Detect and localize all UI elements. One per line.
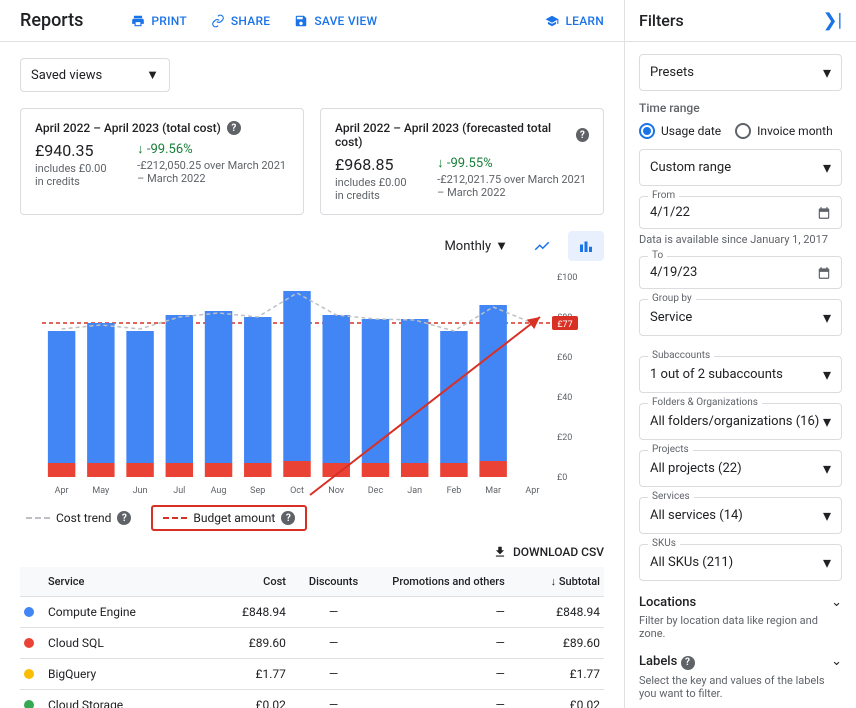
from-date-field[interactable]: From 4/1/22 bbox=[639, 196, 842, 229]
usage-date-radio[interactable]: Usage date bbox=[639, 123, 721, 139]
svg-text:£40: £40 bbox=[557, 393, 572, 403]
cost-chart: £0£20£40£60£80£100£77AprMayJunJulAugSepO… bbox=[20, 267, 604, 497]
projects-field[interactable]: Projects All projects (22) ▾ bbox=[639, 450, 842, 487]
svg-text:Oct: Oct bbox=[290, 486, 304, 496]
summary-card: April 2022 – April 2023 (total cost)? £9… bbox=[20, 108, 304, 215]
chevron-down-icon: ▼ bbox=[146, 67, 159, 83]
print-icon bbox=[131, 14, 145, 28]
chevron-down-icon: ▾ bbox=[823, 459, 831, 478]
saved-views-dropdown[interactable]: Saved views ▼ bbox=[20, 58, 170, 92]
page-title: Reports bbox=[20, 10, 83, 31]
chevron-down-icon: ▾ bbox=[823, 412, 831, 431]
summary-card: April 2022 – April 2023 (forecasted tota… bbox=[320, 108, 604, 215]
chevron-down-icon: ▾ bbox=[823, 553, 831, 572]
subaccounts-field[interactable]: Subaccounts 1 out of 2 subaccounts ▾ bbox=[639, 356, 842, 393]
help-icon[interactable]: ? bbox=[281, 511, 295, 525]
chevron-down-icon: ▾ bbox=[823, 63, 831, 82]
cost-table: Service Cost Discounts Promotions and ot… bbox=[20, 567, 604, 708]
folders-field[interactable]: Folders & Organizations All folders/orga… bbox=[639, 403, 842, 440]
svg-text:£60: £60 bbox=[557, 353, 572, 363]
chevron-down-icon: ⌄ bbox=[831, 654, 842, 669]
svg-text:Apr: Apr bbox=[525, 486, 539, 496]
locations-section[interactable]: Locations ⌄ bbox=[639, 595, 842, 610]
filters-title: Filters bbox=[639, 11, 684, 30]
presets-dropdown[interactable]: Presets ▾ bbox=[639, 54, 842, 91]
table-row[interactable]: Compute Engine £848.94 — — £848.94 bbox=[20, 597, 604, 628]
svg-text:£77: £77 bbox=[557, 320, 572, 330]
svg-text:£0: £0 bbox=[557, 473, 567, 483]
line-chart-icon bbox=[533, 237, 551, 255]
legend-dot bbox=[24, 669, 34, 679]
svg-text:£20: £20 bbox=[557, 433, 572, 443]
help-icon[interactable]: ? bbox=[117, 511, 131, 525]
interval-dropdown[interactable]: Monthly ▼ bbox=[436, 232, 516, 260]
skus-field[interactable]: SKUs All SKUs (211) ▾ bbox=[639, 544, 842, 581]
subtotal-sort[interactable]: ↓ Subtotal bbox=[505, 575, 600, 588]
share-icon bbox=[211, 14, 225, 28]
calendar-icon bbox=[817, 266, 831, 280]
print-button[interactable]: PRINT bbox=[131, 14, 187, 28]
legend-dot bbox=[24, 700, 34, 708]
chevron-down-icon: ▾ bbox=[823, 308, 831, 327]
line-chart-toggle[interactable] bbox=[524, 231, 560, 261]
svg-text:Feb: Feb bbox=[447, 486, 462, 496]
svg-text:Jun: Jun bbox=[133, 486, 148, 496]
from-help-text: Data is available since January 1, 2017 bbox=[639, 233, 842, 246]
group-by-field[interactable]: Group by Service ▾ bbox=[639, 299, 842, 336]
legend-dot bbox=[24, 607, 34, 617]
svg-text:Apr: Apr bbox=[55, 486, 69, 496]
help-icon[interactable]: ? bbox=[227, 121, 241, 135]
legend-cost-trend: Cost trend ? bbox=[26, 511, 131, 525]
chevron-down-icon: ⌄ bbox=[831, 595, 842, 610]
chevron-down-icon: ▾ bbox=[823, 506, 831, 525]
bar-chart-toggle[interactable] bbox=[568, 231, 604, 261]
help-icon[interactable]: ? bbox=[576, 128, 589, 142]
svg-text:Sep: Sep bbox=[250, 486, 265, 496]
chevron-down-icon: ▾ bbox=[823, 158, 831, 177]
table-row[interactable]: Cloud SQL £89.60 — — £89.60 bbox=[20, 628, 604, 659]
save-view-button[interactable]: SAVE VIEW bbox=[294, 14, 377, 28]
svg-text:Aug: Aug bbox=[211, 486, 227, 496]
download-csv-button[interactable]: DOWNLOAD CSV bbox=[20, 545, 604, 559]
legend-budget-amount: Budget amount ? bbox=[151, 505, 307, 531]
save-icon bbox=[294, 14, 308, 28]
calendar-icon bbox=[817, 206, 831, 220]
svg-text:Nov: Nov bbox=[328, 486, 344, 496]
help-icon[interactable]: ? bbox=[681, 656, 695, 670]
share-button[interactable]: SHARE bbox=[211, 14, 270, 28]
table-row[interactable]: BigQuery £1.77 — — £1.77 bbox=[20, 659, 604, 690]
svg-text:May: May bbox=[92, 486, 110, 496]
chevron-down-icon: ▼ bbox=[495, 238, 508, 254]
svg-text:Jan: Jan bbox=[407, 486, 422, 496]
services-field[interactable]: Services All services (14) ▾ bbox=[639, 497, 842, 534]
svg-text:Jul: Jul bbox=[173, 486, 185, 496]
table-row[interactable]: Cloud Storage £0.02 — — £0.02 bbox=[20, 690, 604, 708]
download-icon bbox=[493, 545, 507, 559]
legend-dot bbox=[24, 638, 34, 648]
labels-section[interactable]: Labels ? ⌄ bbox=[639, 654, 842, 670]
chevron-down-icon: ▾ bbox=[823, 365, 831, 384]
svg-text:£100: £100 bbox=[557, 273, 577, 283]
range-dropdown[interactable]: Custom range ▾ bbox=[639, 149, 842, 186]
to-date-field[interactable]: To 4/19/23 bbox=[639, 256, 842, 289]
invoice-month-radio[interactable]: Invoice month bbox=[735, 123, 833, 139]
bar-chart-icon bbox=[577, 237, 595, 255]
learn-button[interactable]: LEARN bbox=[545, 14, 604, 28]
time-range-label: Time range bbox=[639, 101, 842, 115]
svg-text:Mar: Mar bbox=[485, 486, 501, 496]
collapse-icon[interactable]: ❯| bbox=[823, 10, 842, 31]
svg-text:Dec: Dec bbox=[368, 486, 384, 496]
learn-icon bbox=[545, 14, 559, 28]
